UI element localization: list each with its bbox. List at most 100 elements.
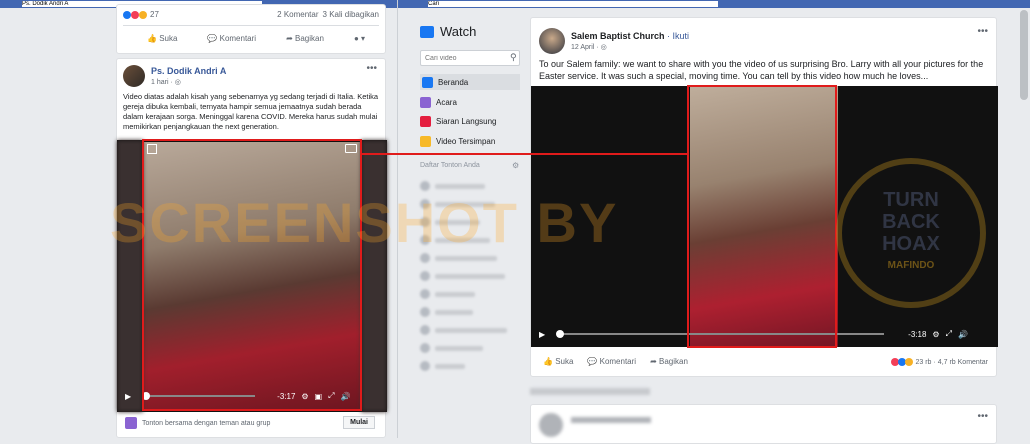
watch-title: Watch bbox=[440, 24, 477, 39]
post-author-row: Salem Baptist Church · Ikuti bbox=[571, 31, 690, 41]
comment-button[interactable]: 💬 Komentari bbox=[207, 34, 256, 43]
share-label: Bagikan bbox=[659, 357, 688, 366]
like-button[interactable]: 👍 Suka bbox=[147, 34, 177, 43]
prev-post-actions: 👍 Suka 💬 Komentari ➦ Bagikan ● ▾ bbox=[147, 34, 365, 43]
sidebar-item-label: Video Tersimpan bbox=[436, 136, 496, 146]
mafindo-seal: TURN BACK HOAX MAFINDO bbox=[836, 158, 986, 308]
sidebar-item-label: Siaran Langsung bbox=[436, 116, 497, 126]
wow-reaction-icon bbox=[905, 358, 914, 366]
globe-icon: ◎ bbox=[174, 79, 181, 86]
like-button[interactable]: 👍 Suka bbox=[543, 357, 573, 366]
share-button[interactable]: ➦ Bagikan bbox=[650, 357, 688, 366]
comment-label: Komentari bbox=[599, 357, 637, 366]
comment-button[interactable]: 💬 Komentari bbox=[587, 357, 636, 366]
shows-icon bbox=[420, 96, 431, 108]
post-time[interactable]: 1 hari · ◎ bbox=[151, 78, 181, 86]
next-post-avatar[interactable] bbox=[539, 413, 563, 437]
seal-line-1: TURN bbox=[883, 189, 939, 211]
right-reaction-summary[interactable]: 23 rb · 4,7 rb Komentar bbox=[891, 358, 988, 366]
next-post-card: ••• bbox=[530, 404, 997, 444]
like-reaction-icon bbox=[123, 10, 131, 19]
watchlist-item[interactable] bbox=[420, 234, 490, 246]
start-button[interactable]: Mulai bbox=[343, 416, 375, 429]
more-options-icon[interactable]: ••• bbox=[977, 26, 988, 37]
highlight-box-right bbox=[687, 85, 837, 348]
sidebar-item-label: Beranda bbox=[438, 77, 469, 87]
watchlist-item[interactable] bbox=[420, 288, 475, 300]
audience-selector[interactable]: ● ▾ bbox=[354, 34, 365, 43]
watchlist-item[interactable] bbox=[420, 252, 497, 264]
comment-label: Komentari bbox=[219, 34, 257, 43]
watchlist-title: Daftar Tonton Anda bbox=[420, 162, 480, 169]
church-avatar[interactable] bbox=[539, 28, 565, 54]
watchlist-settings-icon[interactable]: ⚙ bbox=[512, 161, 519, 170]
bookmark-icon bbox=[420, 135, 431, 147]
watchlist-item[interactable] bbox=[420, 360, 465, 372]
play-icon[interactable]: ▶ bbox=[125, 392, 131, 401]
post-author[interactable]: Salem Baptist Church bbox=[571, 31, 665, 41]
share-button[interactable]: ➦ Bagikan bbox=[286, 34, 324, 43]
like-label: Suka bbox=[555, 357, 574, 366]
watchlist-item[interactable] bbox=[420, 270, 505, 282]
sidebar-item-saved[interactable]: Video Tersimpan bbox=[420, 133, 495, 149]
seal-name: MAFINDO bbox=[887, 260, 935, 271]
watch-party-icon bbox=[125, 417, 137, 429]
live-icon bbox=[420, 115, 431, 127]
watch-party-row: Tonton bersama dengan teman atau grup bbox=[125, 417, 270, 429]
follow-link[interactable]: Ikuti bbox=[673, 31, 690, 41]
watch-icon bbox=[420, 25, 434, 38]
more-options-icon[interactable]: ••• bbox=[366, 63, 377, 74]
blurred-section-heading bbox=[530, 388, 650, 395]
post-text: Video diatas adalah kisah yang sebenarny… bbox=[123, 92, 379, 131]
reaction-summary[interactable]: 27 bbox=[123, 10, 159, 19]
more-options-icon[interactable]: ••• bbox=[977, 411, 988, 422]
sidebar-item-beranda[interactable]: Beranda bbox=[420, 74, 520, 90]
post-date[interactable]: 12 April · ◎ bbox=[571, 43, 607, 51]
comment-count-link[interactable]: 4,7 rb Komentar bbox=[938, 359, 988, 366]
care-reaction-icon bbox=[139, 10, 147, 19]
post-author[interactable]: Ps. Dodik Andri A bbox=[151, 66, 226, 76]
watchlist-item[interactable] bbox=[420, 342, 483, 354]
play-icon[interactable]: ▶ bbox=[539, 330, 545, 339]
seal-line-2: BACK bbox=[882, 211, 940, 233]
watchlist-item[interactable] bbox=[420, 306, 473, 318]
seal-line-3: HOAX bbox=[882, 233, 940, 255]
volume-icon[interactable]: 🔊 bbox=[958, 330, 968, 339]
watchlist-item[interactable] bbox=[420, 216, 480, 228]
search-icon[interactable]: ⚲ bbox=[510, 52, 517, 63]
previous-post-card: 27 2 Komentar 3 Kali dibagikan 👍 Suka 💬 … bbox=[116, 4, 386, 54]
fullscreen-icon[interactable]: ⤢ bbox=[946, 329, 952, 339]
post-text: To our Salem family: we want to share wi… bbox=[539, 59, 984, 81]
scrollbar-thumb[interactable] bbox=[1020, 10, 1028, 100]
right-search-input[interactable] bbox=[428, 1, 718, 7]
watch-search-input[interactable] bbox=[420, 50, 520, 66]
like-label: Suka bbox=[159, 34, 178, 43]
watchlist-item[interactable] bbox=[420, 180, 485, 192]
right-post-actions: 👍 Suka 💬 Komentari ➦ Bagikan bbox=[543, 357, 688, 366]
share-label: Bagikan bbox=[295, 34, 324, 43]
watch-header[interactable]: Watch bbox=[420, 24, 476, 39]
reaction-count: 27 bbox=[150, 10, 159, 19]
share-count-link[interactable]: 3 Kali dibagikan bbox=[323, 10, 379, 19]
author-avatar[interactable] bbox=[123, 65, 145, 87]
watchlist-item[interactable] bbox=[420, 198, 495, 210]
progress-handle[interactable] bbox=[556, 330, 565, 338]
video-remaining-time: -3:18 bbox=[908, 329, 927, 339]
home-icon bbox=[422, 76, 433, 88]
sidebar-item-label: Acara bbox=[436, 97, 457, 107]
globe-icon: ◎ bbox=[600, 44, 607, 51]
next-post-author[interactable] bbox=[571, 417, 651, 423]
sidebar-item-live[interactable]: Siaran Langsung bbox=[420, 113, 497, 129]
highlight-connector-line bbox=[362, 153, 687, 155]
right-top-bar bbox=[398, 0, 1030, 8]
watch-party-text: Tonton bersama dengan teman atau grup bbox=[142, 419, 271, 427]
video-blur-left bbox=[117, 140, 143, 412]
post-date-text: 12 April bbox=[571, 44, 595, 51]
reaction-count: 23 rb bbox=[915, 358, 932, 366]
comment-count-link[interactable]: 2 Komentar bbox=[277, 10, 318, 19]
post-time-text: 1 hari bbox=[151, 79, 169, 86]
highlight-box-left bbox=[142, 139, 362, 411]
sidebar-item-acara[interactable]: Acara bbox=[420, 94, 457, 110]
settings-icon[interactable]: ⚙ bbox=[932, 330, 939, 339]
watchlist-item[interactable] bbox=[420, 324, 507, 336]
